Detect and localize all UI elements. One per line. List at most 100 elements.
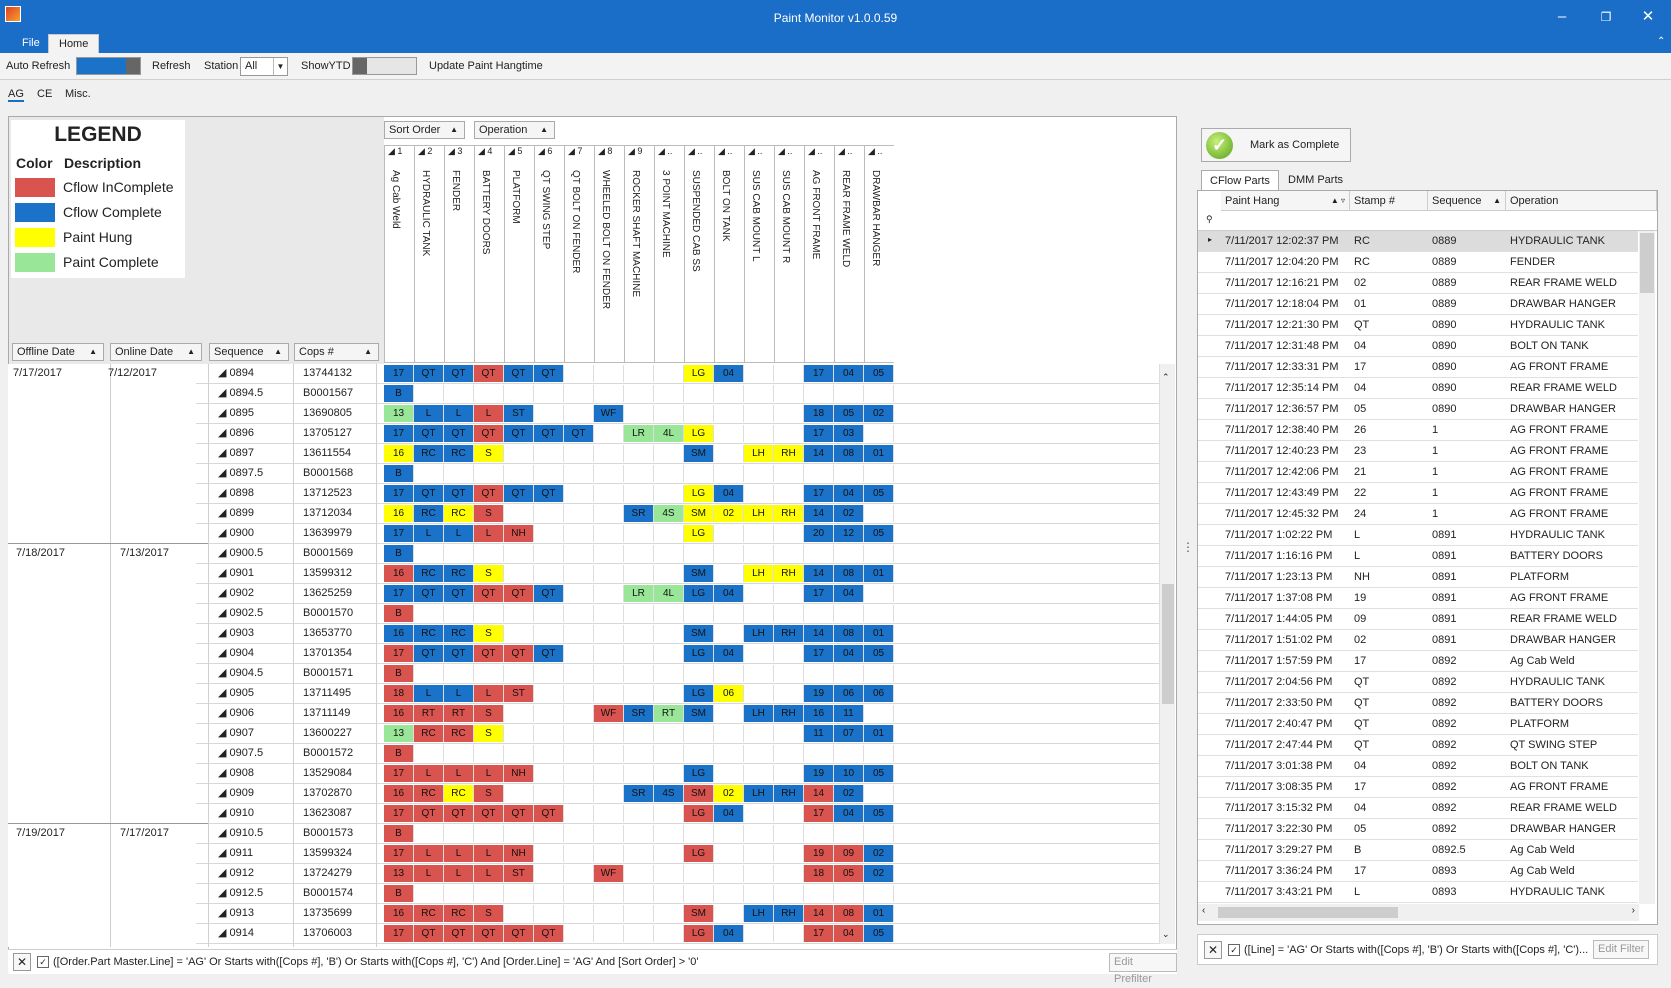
status-cell[interactable] (414, 665, 444, 682)
status-cell[interactable]: LG (684, 365, 714, 382)
status-cell[interactable] (564, 365, 594, 382)
status-cell[interactable] (744, 885, 774, 902)
status-cell[interactable]: 04 (834, 645, 864, 662)
status-cell[interactable]: S (474, 445, 504, 462)
status-cell[interactable] (714, 625, 744, 642)
status-cell[interactable] (684, 885, 714, 902)
cflow-row[interactable]: 7/11/2017 1:57:59 PM 17 0892 Ag Cab Weld (1198, 651, 1638, 672)
status-cell[interactable] (474, 385, 504, 402)
cflow-row[interactable]: 7/11/2017 3:29:27 PM B 0892.5 Ag Cab Weld (1198, 840, 1638, 861)
status-cell[interactable] (474, 605, 504, 622)
status-cell[interactable] (714, 565, 744, 582)
status-cell[interactable]: L (444, 405, 474, 422)
status-cell[interactable]: L (414, 865, 444, 882)
status-cell[interactable]: QT (474, 645, 504, 662)
status-cell[interactable]: 02 (714, 505, 744, 522)
status-cell[interactable] (504, 885, 534, 902)
status-cell[interactable]: LH (744, 625, 774, 642)
status-cell[interactable] (714, 525, 744, 542)
status-cell[interactable]: 07 (834, 725, 864, 742)
status-cell[interactable] (654, 605, 684, 622)
station-select[interactable]: All ▼ (240, 57, 288, 76)
status-cell[interactable] (864, 545, 894, 562)
status-cell[interactable]: 17 (804, 485, 834, 502)
status-cell[interactable] (654, 665, 684, 682)
status-cell[interactable] (624, 925, 654, 942)
status-cell[interactable]: RC (444, 445, 474, 462)
cflow-row[interactable]: 7/11/2017 12:31:48 PM 04 0890 BOLT ON TANK (1198, 336, 1638, 357)
status-cell[interactable]: 16 (384, 905, 414, 922)
status-cell[interactable]: RH (774, 905, 804, 922)
status-cell[interactable]: LG (684, 925, 714, 942)
status-cell[interactable]: 17 (384, 925, 414, 942)
status-cell[interactable] (654, 805, 684, 822)
update-hangtime-button[interactable]: Update Paint Hangtime (429, 60, 543, 72)
status-cell[interactable] (624, 525, 654, 542)
cflow-row[interactable]: 7/11/2017 1:44:05 PM 09 0891 REAR FRAME WEL… (1198, 609, 1638, 630)
status-cell[interactable]: L (444, 525, 474, 542)
status-cell[interactable] (564, 545, 594, 562)
status-cell[interactable] (774, 665, 804, 682)
status-cell[interactable] (564, 465, 594, 482)
status-cell[interactable]: 17 (804, 925, 834, 942)
status-cell[interactable]: L (414, 525, 444, 542)
sequence-cell[interactable]: ◢ 0908 (218, 764, 254, 783)
status-cell[interactable]: 09 (834, 845, 864, 862)
status-cell[interactable] (474, 825, 504, 842)
status-cell[interactable] (474, 665, 504, 682)
status-cell[interactable] (624, 565, 654, 582)
status-cell[interactable] (534, 625, 564, 642)
status-cell[interactable]: RC (444, 565, 474, 582)
status-cell[interactable]: 05 (864, 525, 894, 542)
status-cell[interactable]: S (474, 565, 504, 582)
status-cell[interactable]: 04 (834, 585, 864, 602)
status-cell[interactable]: RC (414, 625, 444, 642)
status-cell[interactable] (654, 365, 684, 382)
status-cell[interactable]: 05 (864, 805, 894, 822)
minimize-icon[interactable]: – (1552, 8, 1572, 26)
status-cell[interactable] (504, 445, 534, 462)
cflow-row[interactable]: 7/11/2017 12:33:31 PM 17 0890 AG FRONT FRAM… (1198, 357, 1638, 378)
status-cell[interactable]: L (474, 765, 504, 782)
status-cell[interactable] (714, 445, 744, 462)
status-cell[interactable] (864, 585, 894, 602)
sequence-cell[interactable]: ◢ 0907 (218, 724, 254, 743)
status-cell[interactable]: 18 (384, 685, 414, 702)
status-cell[interactable] (564, 705, 594, 722)
sort-order-header[interactable]: Sort Order ▲ (384, 121, 465, 139)
status-cell[interactable] (804, 605, 834, 622)
status-cell[interactable]: L (474, 845, 504, 862)
status-cell[interactable] (414, 885, 444, 902)
status-cell[interactable]: 17 (384, 645, 414, 662)
status-cell[interactable]: 17 (384, 845, 414, 862)
status-cell[interactable]: RT (444, 705, 474, 722)
status-cell[interactable] (654, 565, 684, 582)
status-cell[interactable] (714, 725, 744, 742)
status-cell[interactable] (714, 865, 744, 882)
status-cell[interactable] (864, 605, 894, 622)
status-cell[interactable] (714, 385, 744, 402)
status-cell[interactable] (864, 825, 894, 842)
status-cell[interactable] (744, 385, 774, 402)
cflow-row[interactable]: 7/11/2017 12:36:57 PM 05 0890 DRAWBAR HANGE… (1198, 399, 1638, 420)
status-cell[interactable] (744, 825, 774, 842)
status-cell[interactable]: WF (594, 405, 624, 422)
status-cell[interactable] (714, 745, 744, 762)
status-cell[interactable]: 17 (804, 645, 834, 662)
status-cell[interactable]: 19 (804, 845, 834, 862)
chevron-down-icon[interactable]: ▼ (273, 58, 287, 75)
status-cell[interactable] (744, 685, 774, 702)
status-cell[interactable] (744, 485, 774, 502)
status-cell[interactable] (564, 665, 594, 682)
status-cell[interactable] (474, 745, 504, 762)
status-cell[interactable]: LG (684, 845, 714, 862)
status-cell[interactable]: QT (504, 585, 534, 602)
status-cell[interactable]: B (384, 545, 414, 562)
status-cell[interactable] (564, 625, 594, 642)
status-cell[interactable] (564, 825, 594, 842)
status-cell[interactable]: QT (534, 805, 564, 822)
status-cell[interactable]: QT (504, 645, 534, 662)
status-cell[interactable] (774, 405, 804, 422)
status-cell[interactable]: 01 (864, 725, 894, 742)
status-cell[interactable] (624, 445, 654, 462)
